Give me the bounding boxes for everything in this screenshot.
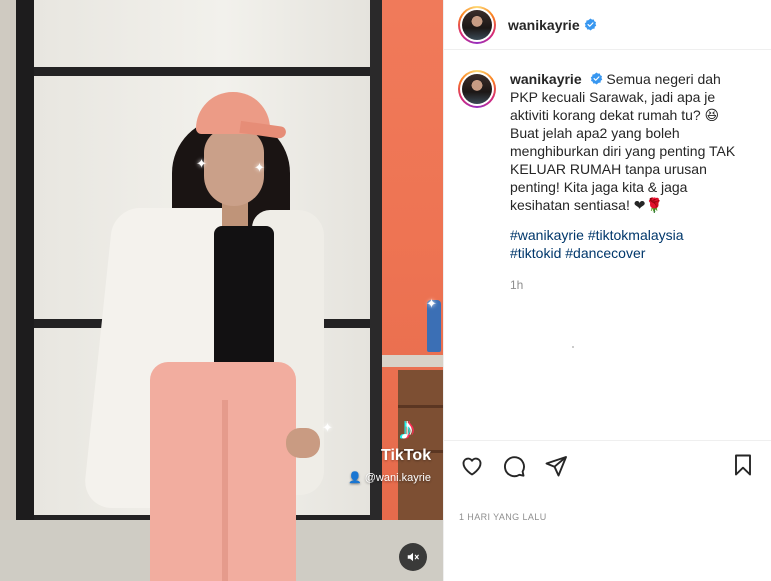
verified-badge-icon xyxy=(584,18,596,31)
person-top xyxy=(214,226,274,376)
loading-dot xyxy=(572,346,574,348)
door-stile xyxy=(370,0,382,581)
mute-button[interactable] xyxy=(399,543,427,571)
door-frame xyxy=(16,0,34,581)
avatar xyxy=(462,74,492,104)
post-date[interactable]: 1 HARI YANG LALU xyxy=(459,512,547,522)
share-button[interactable] xyxy=(543,453,569,479)
hashtag-link[interactable]: #wanikayrie xyxy=(510,227,584,243)
caption-body: wanikayrie Semua negeri dah PKP kecuali … xyxy=(510,70,746,292)
sparkle-icon: ✦ xyxy=(254,160,265,175)
header-username-link[interactable]: wanikayrie xyxy=(508,17,580,33)
action-bar: 1 HARI YANG LALU xyxy=(443,440,771,581)
caption-avatar[interactable] xyxy=(458,70,496,108)
user-icon: 👤 xyxy=(348,472,362,484)
hashtag-link[interactable]: #tiktokmalaysia xyxy=(588,227,684,243)
hashtag-link[interactable]: #dancecover xyxy=(565,245,645,261)
like-button[interactable] xyxy=(459,453,485,479)
shelf-divider xyxy=(398,405,443,408)
caption-username-link[interactable]: wanikayrie xyxy=(510,71,582,87)
tiktok-handle: @wani.kayrie xyxy=(364,472,431,484)
save-button[interactable] xyxy=(731,453,757,479)
post-video[interactable]: ✦ ✦ ✦ ✦ ♪ TikTok 👤 @wani.kayrie xyxy=(0,0,443,581)
background-wall xyxy=(0,0,16,581)
caption-section: wanikayrie Semua negeri dah PKP kecuali … xyxy=(458,70,758,292)
comment-icon xyxy=(504,456,525,478)
tiktok-handle-watermark: 👤 @wani.kayrie xyxy=(348,471,431,484)
caption-text: Semua negeri dah PKP kecuali Sarawak, ja… xyxy=(510,71,736,213)
hashtag-list: #wanikayrie #tiktokmalaysia #tiktokid #d… xyxy=(510,226,746,262)
person-hand xyxy=(286,428,320,458)
relative-timestamp[interactable]: 1h xyxy=(510,278,746,292)
post-header: wanikayrie xyxy=(444,0,771,50)
avatar xyxy=(462,9,492,40)
caption: wanikayrie Semua negeri dah PKP kecuali … xyxy=(510,70,746,214)
sparkle-icon: ✦ xyxy=(426,296,437,311)
paper-plane-icon xyxy=(545,456,567,477)
sparkle-icon: ✦ xyxy=(322,420,333,435)
verified-badge-icon xyxy=(590,72,602,85)
speaker-muted-icon xyxy=(407,552,419,562)
tiktok-note-icon: ♪ xyxy=(399,410,415,446)
door-rail xyxy=(34,67,380,76)
hashtag-link[interactable]: #tiktokid xyxy=(510,245,561,261)
header-avatar[interactable] xyxy=(458,5,496,44)
comment-button[interactable] xyxy=(501,453,527,479)
bookmark-icon xyxy=(735,454,751,476)
sparkle-icon: ✦ xyxy=(196,156,207,171)
heart-icon xyxy=(462,457,482,476)
tiktok-watermark: TikTok xyxy=(381,447,432,464)
person-pants-fold xyxy=(222,400,228,581)
window-ledge xyxy=(382,355,443,367)
